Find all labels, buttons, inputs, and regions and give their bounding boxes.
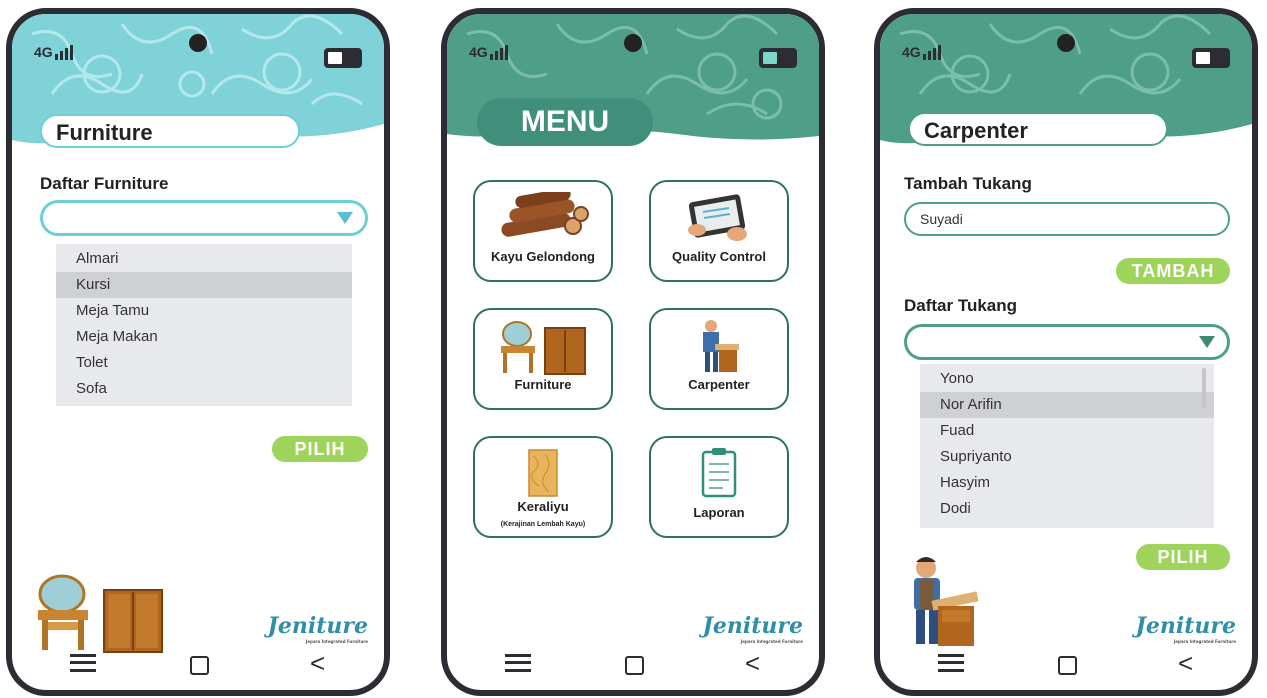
menu-title: MENU: [477, 98, 653, 146]
phone-carpenter-screen: 4G Carpenter Tambah Tukang Suyadi TAMBAH…: [874, 8, 1258, 696]
carpenter-dropdown[interactable]: [904, 324, 1230, 360]
system-nav-bar: <: [12, 648, 384, 678]
menu-item-furniture[interactable]: Furniture: [473, 308, 613, 410]
logs-icon: [501, 192, 589, 237]
tambah-button[interactable]: TAMBAH: [1116, 258, 1230, 284]
add-label: Tambah Tukang: [904, 174, 1032, 193]
menu-item-label: Keraliyu: [517, 499, 569, 514]
system-nav-bar: <: [880, 648, 1252, 678]
list-option[interactable]: Almari: [56, 246, 352, 272]
list-option[interactable]: Meja Tamu: [56, 298, 352, 324]
pilih-button[interactable]: PILIH: [272, 436, 368, 462]
menu-icon[interactable]: [938, 654, 964, 672]
battery-icon: [324, 48, 362, 68]
carpenter-name-input[interactable]: Suyadi: [904, 202, 1230, 236]
menu-icon[interactable]: [70, 654, 96, 672]
menu-item-kayu-gelondong[interactable]: Kayu Gelondong: [473, 180, 613, 282]
menu-item-label: Carpenter: [688, 377, 750, 392]
list-label: Daftar Tukang: [904, 296, 1018, 315]
pilih-button[interactable]: PILIH: [1136, 544, 1230, 570]
system-nav-bar: <: [447, 648, 819, 678]
list-scrollbar[interactable]: [1202, 368, 1206, 408]
list-label: Daftar Furniture: [40, 174, 169, 193]
list-option[interactable]: Kursi: [56, 272, 352, 298]
home-square-icon[interactable]: [1058, 656, 1077, 675]
menu-item-carpenter[interactable]: Carpenter: [649, 308, 789, 410]
menu-item-quality-control[interactable]: Quality Control: [649, 180, 789, 282]
back-icon[interactable]: <: [745, 648, 760, 678]
back-icon[interactable]: <: [310, 648, 325, 678]
tablet-checklist-icon: [688, 194, 747, 241]
furniture-icon: [501, 321, 586, 375]
menu-item-label: Kayu Gelondong: [491, 249, 595, 264]
menu-item-label: Quality Control: [672, 249, 766, 264]
carpenter-illustration: [914, 557, 979, 646]
list-option[interactable]: Yono: [920, 366, 1214, 392]
front-camera: [189, 34, 207, 52]
clipboard-icon: [701, 448, 737, 498]
page-title: Furniture: [40, 114, 300, 148]
home-square-icon[interactable]: [625, 656, 644, 675]
list-option[interactable]: Meja Makan: [56, 324, 352, 350]
list-option[interactable]: Sofa: [56, 376, 352, 402]
menu-item-label: Laporan: [693, 505, 745, 520]
wood-block-icon: [528, 449, 558, 497]
list-option[interactable]: Hasyim: [920, 470, 1214, 496]
furniture-illustration: [38, 574, 163, 653]
brand-logo: Jeniture Jepara Integrated Furniture: [702, 613, 803, 644]
menu-item-sublabel: (Kerajinan Lembah Kayu): [500, 521, 586, 528]
list-option[interactable]: Tolet: [56, 350, 352, 376]
battery-icon: [1192, 48, 1230, 68]
menu-item-keraliyu[interactable]: Keraliyu (Kerajinan Lembah Kayu): [473, 436, 613, 538]
carpenter-icon: [703, 320, 739, 372]
phone-menu-screen: 4G MENU Kayu Gelondong Quality Control F…: [441, 8, 825, 696]
signal-indicator: 4G: [902, 44, 943, 60]
menu-icon[interactable]: [505, 654, 531, 672]
list-option[interactable]: Dodi: [920, 496, 1214, 522]
battery-icon: [759, 48, 797, 68]
menu-item-label: Furniture: [514, 377, 572, 392]
signal-indicator: 4G: [34, 44, 75, 60]
menu-item-laporan[interactable]: Laporan: [649, 436, 789, 538]
list-option[interactable]: Supriyanto: [920, 444, 1214, 470]
front-camera: [1057, 34, 1075, 52]
brand-logo: Jeniture Jepara Integrated Furniture: [1135, 613, 1236, 644]
carpenter-options-list: Yono Nor Arifin Fuad Supriyanto Hasyim Dodi: [920, 364, 1214, 528]
furniture-dropdown[interactable]: [40, 200, 368, 236]
brand-logo: Jeniture Jepara Integrated Furniture: [267, 613, 368, 644]
list-option[interactable]: Nor Arifin: [920, 392, 1214, 418]
page-title: Carpenter: [908, 112, 1168, 146]
dropdown-caret-icon: [1199, 336, 1215, 348]
back-icon[interactable]: <: [1178, 648, 1193, 678]
list-option[interactable]: Fuad: [920, 418, 1214, 444]
furniture-options-list: Almari Kursi Meja Tamu Meja Makan Tolet Sofa: [56, 244, 352, 406]
front-camera: [624, 34, 642, 52]
signal-indicator: 4G: [469, 44, 510, 60]
phone-furniture-screen: 4G Furniture Daftar Furniture Almari Kurs…: [6, 8, 390, 696]
dropdown-caret-icon: [337, 212, 353, 224]
home-square-icon[interactable]: [190, 656, 209, 675]
